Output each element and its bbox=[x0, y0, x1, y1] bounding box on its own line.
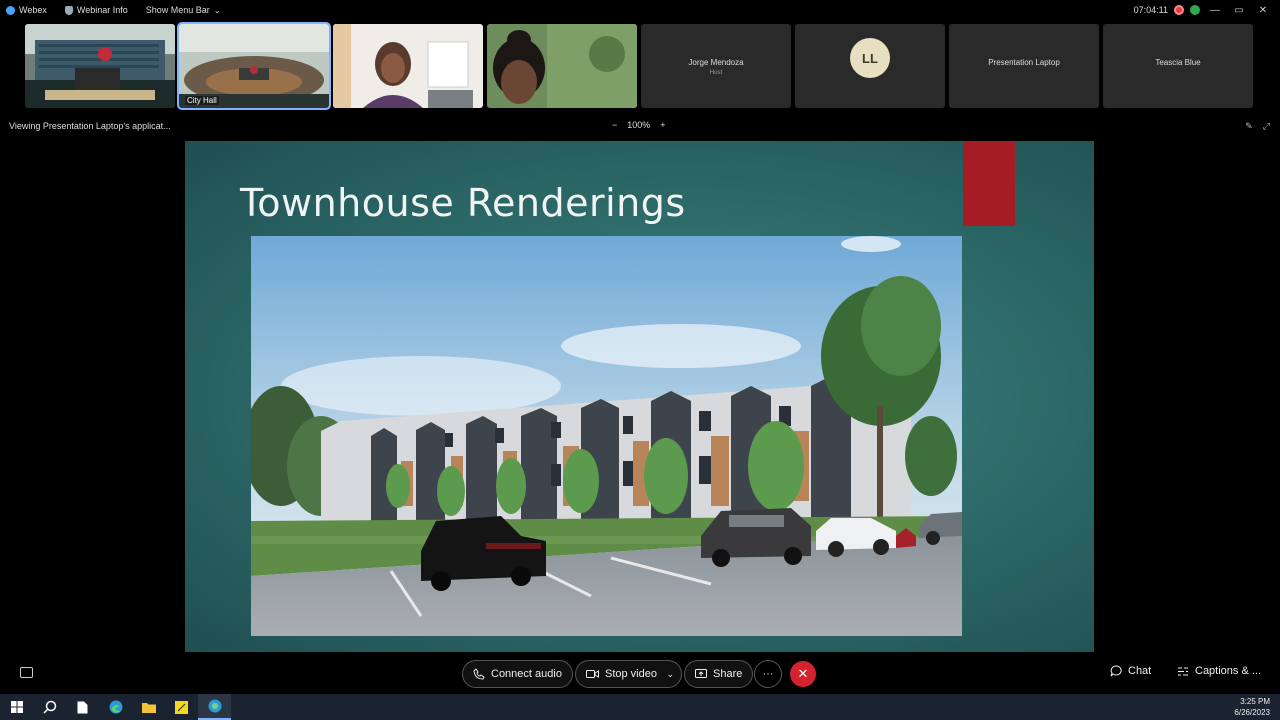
search-icon bbox=[42, 700, 56, 714]
share-label: Share bbox=[713, 668, 743, 680]
zoom-control: − 100% + bbox=[612, 120, 666, 130]
app-menu[interactable]: Webex bbox=[6, 5, 47, 15]
participant-tile-presentation-laptop[interactable]: Presentation Laptop bbox=[949, 24, 1099, 108]
search-taskbar-button[interactable] bbox=[33, 694, 66, 720]
sticky-note-icon bbox=[175, 700, 188, 714]
participant-tile-chamber[interactable] bbox=[25, 24, 175, 108]
sticky-notes-taskbar-button[interactable] bbox=[165, 694, 198, 720]
fullscreen-icon[interactable]: ⤢ bbox=[1263, 121, 1270, 132]
clock-time: 3:25 PM bbox=[1240, 697, 1270, 706]
participant-strip: City Hall Jorge Mendoza Host LL Presenta… bbox=[25, 22, 1253, 110]
windows-logo-icon bbox=[10, 701, 23, 713]
app-name: Webex bbox=[19, 5, 47, 15]
taskbar-clock[interactable]: 3:25 PM 6/26/2023 bbox=[1234, 696, 1270, 718]
more-options-button[interactable]: ··· bbox=[754, 660, 782, 688]
webex-icon bbox=[208, 699, 221, 713]
title-bar: Webex Webinar Info Show Menu Bar ⌄ 07:04… bbox=[0, 0, 1280, 20]
slide-title: Townhouse Renderings bbox=[240, 181, 686, 225]
maximize-button[interactable]: ▭ bbox=[1230, 5, 1248, 16]
participant-tile-city-hall[interactable]: City Hall bbox=[177, 22, 331, 110]
chat-icon bbox=[1110, 665, 1122, 677]
participant-name: Teascia Blue bbox=[1155, 58, 1201, 67]
shared-slide: Townhouse Renderings bbox=[185, 141, 1094, 652]
recording-icon[interactable] bbox=[1174, 5, 1184, 15]
phone-icon bbox=[473, 668, 485, 680]
participant-3-video bbox=[333, 24, 483, 108]
windows-taskbar: 3:25 PM 6/26/2023 bbox=[0, 694, 1280, 720]
minimize-button[interactable]: — bbox=[1206, 5, 1224, 16]
edge-taskbar-button[interactable] bbox=[99, 694, 132, 720]
edge-browser-icon bbox=[109, 700, 122, 714]
connection-status-icon[interactable] bbox=[1190, 5, 1200, 15]
viewing-status: Viewing Presentation Laptop's applicat..… bbox=[9, 121, 171, 131]
participant-name: Jorge Mendoza bbox=[688, 58, 744, 67]
zoom-out-button[interactable]: − bbox=[612, 120, 617, 130]
webex-logo-icon bbox=[6, 5, 15, 15]
stop-video-button[interactable]: Stop video ⌄ bbox=[575, 660, 682, 688]
show-menu-bar-button[interactable]: Show Menu Bar ⌄ bbox=[146, 5, 221, 15]
clock-date: 6/26/2023 bbox=[1234, 708, 1270, 717]
webinar-info-label: Webinar Info bbox=[76, 5, 128, 15]
chat-label: Chat bbox=[1128, 665, 1152, 677]
zoom-in-button[interactable]: + bbox=[660, 120, 665, 130]
folder-icon bbox=[141, 703, 156, 713]
video-options-chevron-icon[interactable]: ⌄ bbox=[666, 669, 674, 680]
participant-4-video bbox=[487, 24, 637, 108]
captions-icon bbox=[1178, 667, 1188, 675]
participant-name: Presentation Laptop bbox=[988, 58, 1060, 67]
captions-label: Captions & ... bbox=[1195, 665, 1262, 677]
start-button[interactable] bbox=[0, 694, 33, 720]
layout-icon[interactable] bbox=[20, 667, 33, 678]
webinar-info-menu[interactable]: Webinar Info bbox=[64, 5, 128, 15]
share-button[interactable]: Share bbox=[684, 660, 754, 688]
annotate-icon[interactable]: ✎ bbox=[1245, 121, 1253, 132]
video-camera-icon bbox=[586, 670, 599, 678]
participant-tile-ll[interactable]: LL bbox=[795, 24, 945, 108]
zoom-level: 100% bbox=[627, 120, 651, 130]
participant-tile-4[interactable] bbox=[487, 24, 637, 108]
captions-button[interactable]: Captions & ... bbox=[1177, 665, 1261, 677]
close-window-button[interactable]: ✕ bbox=[1254, 5, 1272, 16]
connect-audio-button[interactable]: Connect audio bbox=[462, 660, 573, 688]
show-menu-bar-label: Show Menu Bar bbox=[145, 5, 210, 15]
avatar: LL bbox=[850, 38, 890, 78]
slide-accent-block bbox=[963, 141, 1015, 226]
stop-video-label: Stop video bbox=[605, 668, 657, 680]
document-icon bbox=[77, 701, 88, 713]
townhouse-rendering-image bbox=[251, 236, 962, 636]
meeting-controls: Connect audio Stop video ⌄ Share ··· ✕ C… bbox=[0, 658, 1280, 690]
file-taskbar-button[interactable] bbox=[66, 694, 99, 720]
participant-tile-jorge-mendoza[interactable]: Jorge Mendoza Host bbox=[641, 24, 791, 108]
meeting-timer: 07:04:11 bbox=[1133, 5, 1168, 15]
chevron-down-icon: ⌄ bbox=[213, 5, 221, 15]
share-screen-icon bbox=[695, 668, 707, 678]
shield-icon bbox=[64, 5, 73, 15]
participant-tile-3[interactable] bbox=[333, 24, 483, 108]
webex-taskbar-button[interactable] bbox=[198, 694, 231, 720]
file-explorer-taskbar-button[interactable] bbox=[132, 694, 165, 720]
connect-audio-label: Connect audio bbox=[491, 668, 562, 680]
participant-tile-teascia-blue[interactable]: Teascia Blue bbox=[1103, 24, 1253, 108]
chat-button[interactable]: Chat bbox=[1110, 665, 1151, 677]
chamber-video bbox=[25, 24, 175, 108]
leave-meeting-button[interactable]: ✕ bbox=[790, 661, 816, 687]
participant-label: City Hall bbox=[185, 96, 219, 105]
participant-role: Host bbox=[709, 70, 723, 76]
